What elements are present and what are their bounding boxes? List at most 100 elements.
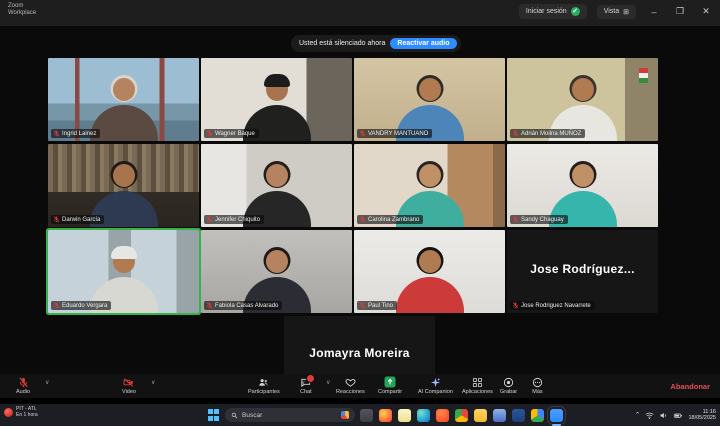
app-dark-icon[interactable]: [360, 409, 373, 422]
video-label: Video: [122, 389, 136, 395]
view-button[interactable]: Vista ⊞: [597, 5, 636, 19]
firefox-icon[interactable]: [379, 409, 392, 422]
participant-name-label: Jose Rodriguez Navarrete: [510, 301, 595, 310]
chat-label: Chat: [300, 389, 312, 395]
share-button[interactable]: Compartir: [378, 376, 402, 395]
ai-icon: [430, 376, 441, 388]
muted-mic-icon: [359, 302, 366, 309]
participant-tile[interactable]: Darwin García: [48, 144, 199, 227]
taskbar-clock[interactable]: 11:16 18/05/2025: [688, 409, 716, 422]
participant-tile[interactable]: Wagner Baque: [201, 58, 352, 141]
participant-tile[interactable]: Paul Tino: [354, 230, 505, 313]
reactions-button[interactable]: Reacciones: [336, 376, 365, 395]
participant-tile[interactable]: Carolina Zambrano: [354, 144, 505, 227]
participant-tile[interactable]: VANDRY MANTUANO: [354, 58, 505, 141]
participant-name-label: Wagner Baque: [204, 129, 259, 138]
video-button[interactable]: Video: [122, 376, 136, 395]
muted-toast: Usted está silenciado ahora Reactivar au…: [291, 35, 461, 52]
ai-button[interactable]: AI Companion: [418, 376, 453, 395]
share-label: Compartir: [378, 389, 402, 395]
word-icon[interactable]: [512, 409, 525, 422]
chat-badge: [306, 374, 315, 383]
participant-name-label: Adrián Molina MUÑOZ: [510, 129, 585, 138]
participant-tile[interactable]: Jennifer Chiquito: [201, 144, 352, 227]
volume-icon[interactable]: [659, 411, 668, 420]
search-input[interactable]: Buscar: [225, 408, 355, 422]
participant-name: Eduardo Vergara: [62, 303, 107, 309]
muted-mic-icon: [206, 302, 213, 309]
edge-icon[interactable]: [417, 409, 430, 422]
participant-video: [396, 277, 464, 313]
signin-button[interactable]: Iniciar sesión ✓: [519, 4, 587, 19]
more-icon: [532, 376, 543, 388]
audio-label: Audio: [16, 389, 30, 395]
apps-button[interactable]: Aplicaciones: [462, 376, 493, 395]
wifi-icon[interactable]: [645, 411, 654, 420]
muted-mic-icon: [206, 216, 213, 223]
participant-tile[interactable]: Fabiola Casas Alvarado: [201, 230, 352, 313]
participant-name-label: Paul Tino: [357, 301, 397, 310]
participants-button[interactable]: Participantes: [248, 376, 280, 395]
search-icon: [231, 412, 238, 419]
apps-icon: [472, 376, 483, 388]
muted-mic-icon: [512, 302, 519, 309]
search-placeholder: Buscar: [242, 412, 262, 419]
meeting-toolbar: Abandonar Audio ∨ Video ∨ Participantes ∨ Chat…: [0, 374, 720, 398]
brave-icon[interactable]: [436, 409, 449, 422]
maximize-button[interactable]: ❐: [672, 6, 688, 17]
chat-button[interactable]: Chat: [300, 376, 312, 395]
start-button[interactable]: [208, 409, 220, 421]
participant-video: [111, 246, 137, 259]
widgets-sports-icon: [4, 408, 13, 417]
leave-meeting-button[interactable]: Abandonar: [670, 382, 710, 391]
participant-name-label: Eduardo Vergara: [51, 301, 111, 310]
notes-icon[interactable]: [398, 409, 411, 422]
participant-name-label: Carolina Zambrano: [357, 215, 423, 224]
participant-name: Ingrid Lainez: [62, 131, 96, 137]
close-button[interactable]: ✕: [698, 6, 714, 17]
verified-check-icon: ✓: [571, 7, 580, 16]
file-explorer-icon[interactable]: [474, 409, 487, 422]
tray-date: 18/05/2025: [688, 415, 716, 422]
participant-name-label: Jennifer Chiquito: [204, 215, 264, 224]
participant-video: [264, 74, 290, 87]
participant-tile[interactable]: Ingrid Lainez: [48, 58, 199, 141]
participant-tile[interactable]: Adrián Molina MUÑOZ: [507, 58, 658, 141]
teams-icon[interactable]: [493, 409, 506, 422]
drive-icon[interactable]: [531, 409, 544, 422]
participant-display-name: Jomayra Moreira: [284, 346, 435, 360]
participant-name: Darwin García: [62, 217, 100, 223]
participant-tile[interactable]: Sandy Chaguay: [507, 144, 658, 227]
muted-mic-icon: [206, 130, 213, 137]
windows-taskbar: PIT - ATL En 1 hora Buscar ⌃ 11:16 18/05…: [0, 404, 720, 426]
participant-display-name: Jose Rodríguez...: [507, 262, 658, 276]
record-button[interactable]: Grabar: [500, 376, 517, 395]
title-bar: Zoom Workplace Iniciar sesión ✓ Vista ⊞ …: [0, 0, 720, 26]
zoom-icon[interactable]: [550, 409, 563, 422]
participant-name: Sandy Chaguay: [521, 217, 564, 223]
widgets-button[interactable]: PIT - ATL En 1 hora: [4, 406, 38, 418]
participant-video: [419, 78, 441, 101]
chat-caret-icon[interactable]: ∨: [326, 379, 330, 386]
minimize-button[interactable]: –: [646, 7, 662, 17]
participant-name-label: Darwin García: [51, 215, 104, 224]
chat-icon: [300, 376, 311, 388]
unmute-button[interactable]: Reactivar audio: [390, 38, 456, 49]
audio-button[interactable]: Audio: [16, 376, 30, 395]
participant-tile[interactable]: Eduardo Vergara: [48, 230, 199, 313]
chrome-icon[interactable]: [455, 409, 468, 422]
audio-caret-icon[interactable]: ∨: [45, 379, 49, 386]
participant-name-label: Fabiola Casas Alvarado: [204, 301, 282, 310]
muted-mic-icon: [53, 302, 60, 309]
reactions-icon: [345, 376, 356, 388]
video-caret-icon[interactable]: ∨: [151, 379, 155, 386]
battery-icon[interactable]: [673, 411, 683, 420]
more-button[interactable]: Más: [532, 376, 543, 395]
muted-mic-icon: [53, 216, 60, 223]
participant-video: [572, 78, 594, 101]
reactions-label: Reacciones: [336, 389, 365, 395]
participant-name: Paul Tino: [368, 303, 393, 309]
participant-tile[interactable]: Jose Rodríguez... Jose Rodriguez Navarret…: [507, 230, 658, 313]
tray-chevron-icon[interactable]: ⌃: [635, 411, 641, 419]
participant-video: [419, 164, 441, 187]
